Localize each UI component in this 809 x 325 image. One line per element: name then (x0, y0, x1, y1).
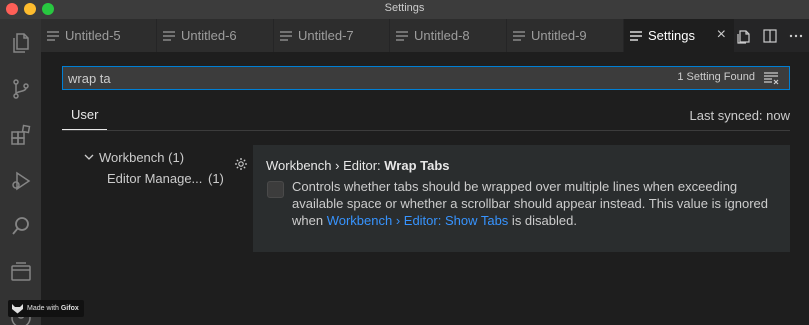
watermark-text: Made with Gifox (27, 305, 79, 312)
text-file-icon (513, 30, 525, 41)
show-tabs-setting-link[interactable]: Workbench › Editor: Show Tabs (327, 213, 509, 228)
result-count: 1 Setting Found (677, 71, 755, 83)
tab-label: Untitled-6 (181, 28, 237, 43)
settings-file-icon (630, 30, 642, 41)
gear-icon[interactable] (234, 157, 248, 171)
text-file-icon (280, 30, 292, 41)
toc-label: Editor Manage... (107, 171, 203, 186)
toc-item-workbench[interactable]: Workbench (1) (99, 150, 184, 165)
tab-label: Untitled-7 (298, 28, 354, 43)
toc-count: (1) (168, 150, 185, 165)
window-title: Settings (384, 2, 425, 14)
tab-untitled-7[interactable]: Untitled-7 (274, 19, 390, 52)
tab-untitled-9[interactable]: Untitled-9 (507, 19, 624, 52)
setting-name: Wrap Tabs (384, 158, 450, 173)
toc-count: (1) (208, 171, 224, 186)
settings-search-box[interactable]: 1 Setting Found (62, 66, 790, 90)
close-icon[interactable]: × (717, 27, 726, 43)
editor-actions (731, 19, 809, 52)
setting-title: Workbench › Editor: Wrap Tabs (266, 158, 450, 173)
scope-divider (62, 130, 790, 131)
open-settings-json-icon[interactable] (731, 25, 757, 47)
tab-label: Untitled-9 (531, 28, 587, 43)
extensions-icon[interactable] (0, 115, 41, 155)
search-icon[interactable] (0, 206, 41, 246)
fox-logo-icon (12, 304, 23, 314)
setting-item-wrap-tabs: Workbench › Editor: Wrap Tabs Controls w… (253, 145, 790, 252)
wrap-tabs-checkbox[interactable] (267, 181, 284, 198)
explorer-icon[interactable] (0, 23, 41, 63)
run-debug-icon[interactable] (0, 161, 41, 201)
source-control-icon[interactable] (0, 69, 41, 109)
toc-label: Workbench (99, 150, 165, 165)
setting-description: Controls whether tabs should be wrapped … (292, 178, 782, 229)
description-text-end: is disabled. (508, 213, 577, 228)
split-editor-icon[interactable] (757, 25, 783, 47)
setting-breadcrumb: Workbench › Editor: (266, 158, 385, 173)
tab-user-settings[interactable]: User (62, 102, 108, 130)
text-file-icon (163, 30, 175, 41)
text-file-icon (47, 30, 59, 41)
toc-item-editor-management[interactable]: Editor Manage... (107, 171, 202, 186)
remote-explorer-icon[interactable] (0, 252, 41, 292)
activity-bar (0, 19, 41, 325)
editor-tab-bar: Untitled-5 Untitled-6 Untitled-7 Untitle… (41, 19, 809, 52)
settings-search-input[interactable] (68, 70, 568, 86)
clear-filter-icon[interactable] (763, 71, 779, 85)
tab-settings[interactable]: Settings × (624, 19, 735, 52)
tab-label: Untitled-5 (65, 28, 121, 43)
tab-label: Untitled-8 (414, 28, 470, 43)
text-file-icon (396, 30, 408, 41)
last-synced-status: Last synced: now (689, 108, 790, 123)
tab-untitled-8[interactable]: Untitled-8 (390, 19, 507, 52)
gifox-watermark: Made with Gifox (8, 300, 84, 317)
chevron-down-icon[interactable] (84, 152, 94, 162)
tab-untitled-5[interactable]: Untitled-5 (41, 19, 157, 52)
tab-untitled-6[interactable]: Untitled-6 (157, 19, 274, 52)
title-bar: Settings (0, 0, 809, 19)
tab-label: Settings (648, 28, 695, 43)
more-actions-icon[interactable] (783, 25, 809, 47)
